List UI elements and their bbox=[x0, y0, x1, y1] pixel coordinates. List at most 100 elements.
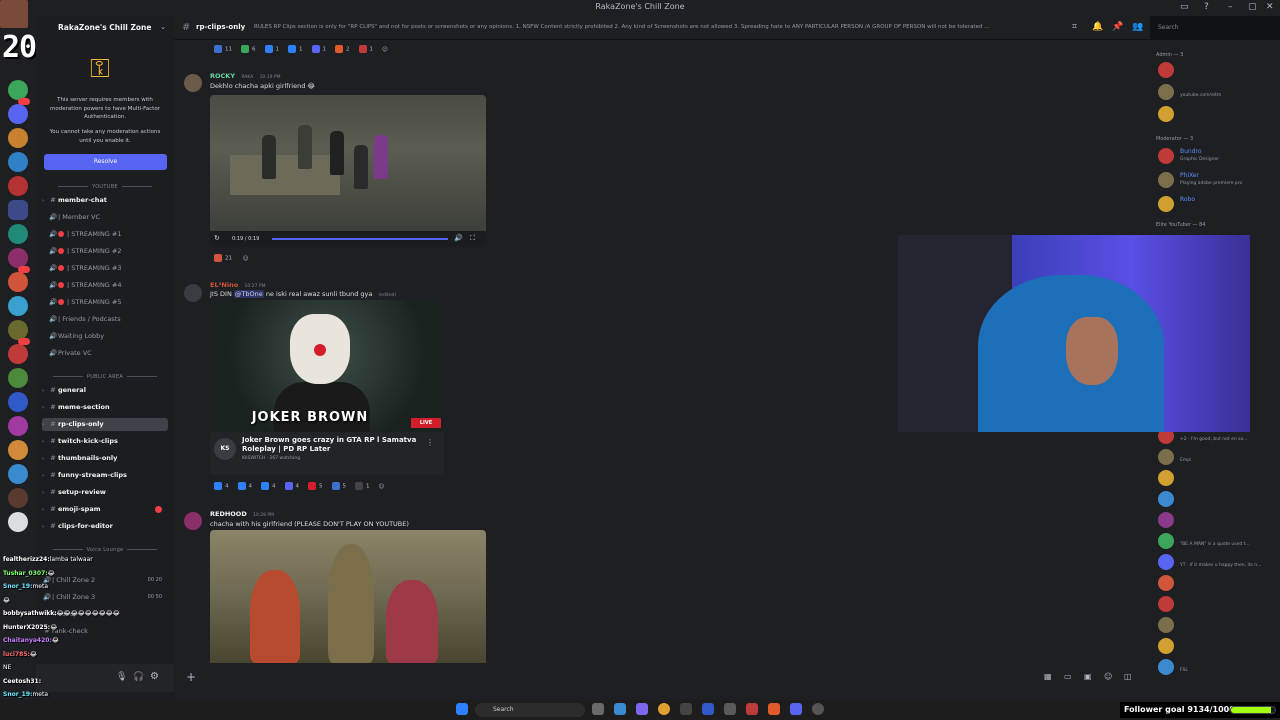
volume-icon[interactable]: 🔊 bbox=[454, 234, 463, 242]
add-reaction-icon[interactable]: ☺ bbox=[243, 256, 249, 262]
taskbar-search[interactable]: Search bbox=[475, 703, 585, 717]
server-icon[interactable] bbox=[8, 128, 28, 148]
message-author[interactable]: ROCKY RAKA 10:19 PM bbox=[210, 72, 281, 80]
app-icon[interactable] bbox=[702, 703, 714, 715]
server-icon[interactable] bbox=[8, 392, 28, 412]
stream-embed[interactable]: JOKER BROWN LIVE KS Joker Brown goes cra… bbox=[210, 300, 444, 475]
replay-icon[interactable]: ↻ bbox=[214, 234, 220, 242]
pin-icon[interactable]: 📌 bbox=[1112, 22, 1123, 32]
server-icon[interactable] bbox=[8, 344, 28, 364]
user-mention[interactable]: @TbOne bbox=[233, 290, 264, 298]
reaction[interactable]: 11 bbox=[214, 45, 232, 53]
channel-item[interactable]: › # twitch-kick-clips bbox=[42, 435, 168, 448]
member-item[interactable] bbox=[1158, 615, 1278, 635]
task-view-icon[interactable] bbox=[592, 703, 604, 715]
server-icon[interactable] bbox=[8, 272, 28, 292]
maximize-icon[interactable]: ▢ bbox=[1248, 2, 1257, 12]
reaction[interactable]: 2 bbox=[335, 45, 350, 53]
discord-icon[interactable] bbox=[790, 703, 802, 715]
message-author[interactable]: EL²Nino 10:27 PM bbox=[210, 281, 265, 289]
app-icon[interactable] bbox=[636, 703, 648, 715]
channel-item[interactable]: › # rp-clips-only bbox=[42, 418, 168, 431]
category-youtube[interactable]: YOUTUBE bbox=[44, 184, 166, 190]
add-attachment-icon[interactable]: + bbox=[186, 670, 196, 684]
channel-item[interactable]: 🔊 | STREAMING #1 bbox=[42, 228, 168, 241]
reaction[interactable]: 1 bbox=[264, 45, 279, 53]
app-icon[interactable] bbox=[680, 703, 692, 715]
avatar[interactable] bbox=[184, 284, 202, 302]
member-item[interactable]: youtube.com/eitm bbox=[1158, 82, 1278, 102]
members-icon[interactable]: 👥 bbox=[1132, 22, 1143, 32]
channel-item[interactable]: › # setup-review bbox=[42, 486, 168, 499]
member-item[interactable]: PhiXer Playing adobe premiere pro bbox=[1158, 170, 1278, 190]
member-item[interactable] bbox=[1158, 510, 1278, 530]
server-icon[interactable] bbox=[8, 296, 28, 316]
channel-item[interactable]: 🔊| Friends / Podcasts bbox=[42, 313, 168, 326]
server-icon[interactable] bbox=[8, 224, 28, 244]
video-attachment[interactable]: ↻ 0:19 / 0:19 🔊 ⛶ bbox=[210, 95, 486, 247]
category-voice[interactable]: Voice Lounge bbox=[44, 547, 166, 553]
video-progress[interactable] bbox=[272, 238, 448, 240]
add-reaction-icon[interactable]: ☺ bbox=[382, 47, 388, 53]
member-item[interactable] bbox=[1158, 104, 1278, 124]
category-public[interactable]: PUBLIC AREA bbox=[44, 374, 166, 380]
reaction[interactable]: 4 bbox=[261, 482, 276, 490]
server-icon[interactable] bbox=[8, 104, 28, 124]
channel-item[interactable]: 🔊 | STREAMING #5 bbox=[42, 296, 168, 309]
author-name[interactable]: ROCKY bbox=[210, 72, 235, 80]
member-item[interactable]: "BE A MAN" is a quote used t... bbox=[1158, 531, 1278, 551]
server-icon[interactable] bbox=[8, 512, 28, 532]
member-item[interactable]: Robo bbox=[1158, 194, 1278, 214]
channel-item[interactable]: › # meme-section bbox=[42, 401, 168, 414]
server-icon[interactable] bbox=[8, 152, 28, 172]
reaction[interactable]: 4 bbox=[237, 482, 252, 490]
threads-icon[interactable]: ⌗ bbox=[1072, 22, 1077, 32]
embed-thumbnail[interactable]: JOKER BROWN LIVE bbox=[210, 300, 444, 432]
member-item[interactable] bbox=[1158, 468, 1278, 488]
channel-item[interactable]: 🔊Private VC bbox=[42, 347, 168, 360]
windows-start-icon[interactable] bbox=[456, 703, 468, 715]
channel-item[interactable]: › # thumbnails-only bbox=[42, 452, 168, 465]
gift-icon[interactable]: ▦ bbox=[1044, 672, 1052, 681]
message-composer[interactable]: + ▦ ▭ ▣ ☺ ◫ bbox=[174, 664, 1150, 692]
channel-item[interactable]: 🔊 | STREAMING #4 bbox=[42, 279, 168, 292]
channel-logo[interactable]: KS bbox=[214, 438, 236, 460]
server-icon[interactable] bbox=[8, 320, 28, 340]
embed-title[interactable]: Joker Brown goes crazy in GTA RP l Samat… bbox=[242, 436, 422, 454]
reaction[interactable]: 1 bbox=[355, 482, 370, 490]
channel-item[interactable]: › # general bbox=[42, 384, 168, 397]
channel-item[interactable]: › # emoji-spam bbox=[42, 503, 168, 516]
server-name[interactable]: RakaZone's Chill Zone bbox=[58, 23, 151, 32]
channel-item[interactable]: › # funny-stream-clips bbox=[42, 469, 168, 482]
member-item[interactable] bbox=[1158, 489, 1278, 509]
server-icon[interactable] bbox=[8, 488, 28, 508]
channel-item[interactable]: › # clips-for-editor bbox=[42, 520, 168, 533]
member-item[interactable] bbox=[1158, 60, 1278, 80]
reaction[interactable]: 1 bbox=[358, 45, 373, 53]
member-item[interactable]: Bundro Graphic Designer bbox=[1158, 146, 1278, 166]
app-icon[interactable] bbox=[724, 703, 736, 715]
member-item[interactable]: FSL bbox=[1158, 657, 1278, 677]
reaction[interactable]: 4 bbox=[284, 482, 299, 490]
member-item[interactable] bbox=[1158, 594, 1278, 614]
member-item[interactable] bbox=[1158, 636, 1278, 656]
channel-item[interactable]: 🔊| Member VC bbox=[42, 211, 168, 224]
channel-topic[interactable]: RULES RP Clips section is only for "RP C… bbox=[254, 24, 1064, 30]
video-attachment[interactable] bbox=[210, 530, 486, 663]
member-item[interactable] bbox=[1158, 573, 1278, 593]
author-name[interactable]: EL²Nino bbox=[210, 281, 238, 289]
channel-item[interactable]: 🔊 | STREAMING #2 bbox=[42, 245, 168, 258]
folder-icon[interactable] bbox=[8, 200, 28, 220]
avatar[interactable] bbox=[184, 74, 202, 92]
channel-item[interactable]: 🔊Waiting Lobby bbox=[42, 330, 168, 343]
sticker-icon[interactable]: ▣ bbox=[1084, 672, 1092, 681]
close-icon[interactable]: ✕ bbox=[1266, 2, 1274, 12]
server-icon[interactable] bbox=[8, 416, 28, 436]
server-icon[interactable] bbox=[8, 176, 28, 196]
inbox-icon[interactable]: ▭ bbox=[1180, 2, 1189, 12]
add-reaction-icon[interactable]: ☺ bbox=[379, 484, 385, 490]
server-icon[interactable] bbox=[8, 368, 28, 388]
server-icon[interactable] bbox=[8, 440, 28, 460]
chevron-down-icon[interactable]: ⌄ bbox=[160, 23, 166, 31]
reaction[interactable]: 4 bbox=[214, 482, 229, 490]
